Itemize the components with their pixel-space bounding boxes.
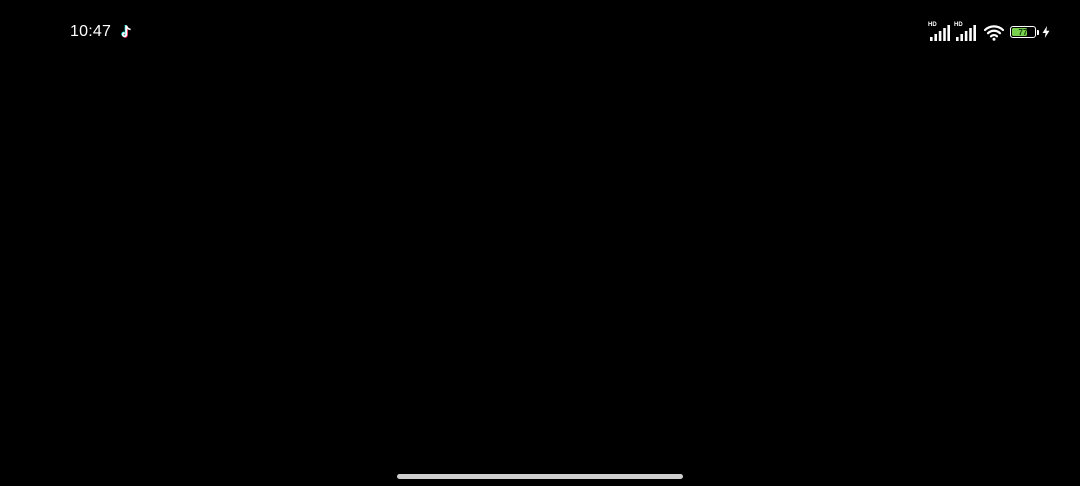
- sim1-signal: HD: [928, 22, 950, 41]
- battery-icon: 77: [1010, 26, 1036, 38]
- phone-screen: 10:47 HD HD 77: [0, 0, 1080, 486]
- status-bar: 10:47 HD HD 77: [0, 0, 1080, 62]
- sim1-hd-badge: HD: [928, 22, 937, 28]
- tiktok-icon: [121, 25, 131, 38]
- battery-cap: [1037, 29, 1039, 35]
- sim2-hd-badge: HD: [954, 22, 963, 28]
- wifi-icon: [984, 24, 1004, 41]
- sim2-signal: HD: [954, 22, 976, 41]
- home-gesture-bar[interactable]: [397, 474, 683, 479]
- app-content-blank: [0, 62, 1080, 462]
- battery-level-text: 77: [1018, 27, 1028, 37]
- status-bar-right: HD HD 77: [928, 21, 1050, 43]
- status-bar-left: 10:47: [70, 20, 133, 44]
- charging-bolt-icon: [1042, 26, 1050, 38]
- clock: 10:47: [70, 23, 112, 40]
